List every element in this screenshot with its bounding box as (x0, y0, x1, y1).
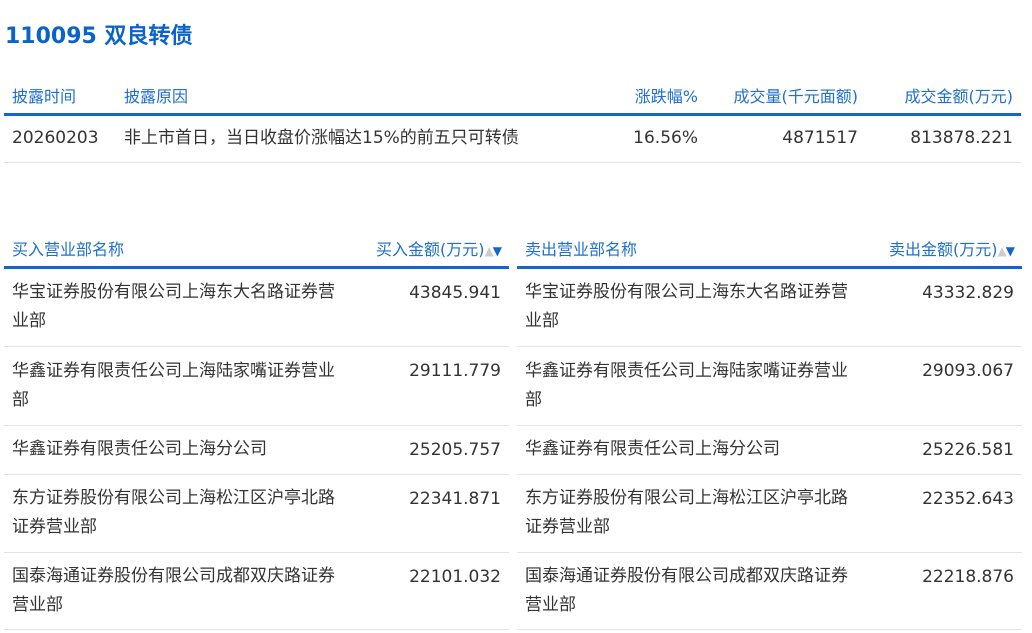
branch-name: 华鑫证券有限责任公司上海分公司 (517, 425, 862, 475)
table-header: 披露时间 披露原因 涨跌幅% 成交量(千元面额) 成交金额(万元) (4, 78, 1021, 116)
header-reason: 披露原因 (116, 78, 606, 116)
cell-volume: 4871517 (706, 114, 866, 163)
table-row: 20260203 非上市首日，当日收盘价涨幅达15%的前五只可转债 16.56%… (4, 114, 1021, 163)
amount: 29111.779 (349, 346, 509, 426)
branch-name: 华宝证券股份有限公司上海东大名路证券营业部 (4, 267, 349, 347)
table-row: 华宝证券股份有限公司上海东大名路证券营业部 43332.829 (517, 267, 1022, 347)
header-date: 披露时间 (4, 78, 116, 116)
header-amount: 成交金额(万元) (866, 78, 1021, 116)
branch-name: 华鑫证券有限责任公司上海陆家嘴证券营业部 (4, 346, 349, 426)
sort-down-icon[interactable]: ▼ (1006, 244, 1015, 258)
amount: 43332.829 (862, 267, 1022, 347)
header-buy-amount[interactable]: 买入金额(万元)▲▼ (349, 231, 509, 269)
sort-up-icon[interactable]: ▲ (998, 244, 1007, 258)
header-sell-branch: 卖出营业部名称 (517, 231, 862, 269)
amount: 22218.876 (862, 552, 1022, 630)
table-row: 国泰海通证券股份有限公司成都双庆路证券营业部 22101.032 (4, 552, 509, 630)
header-volume: 成交量(千元面额) (706, 78, 866, 116)
sell-table: 卖出营业部名称 卖出金额(万元)▲▼ 华宝证券股份有限公司上海东大名路证券营业部… (517, 231, 1022, 630)
branch-name: 华宝证券股份有限公司上海东大名路证券营业部 (517, 267, 862, 347)
amount: 22101.032 (349, 552, 509, 630)
cell-amount: 813878.221 (866, 114, 1021, 163)
branch-name: 国泰海通证券股份有限公司成都双庆路证券营业部 (517, 552, 862, 630)
sort-up-icon[interactable]: ▲ (485, 244, 494, 258)
header-label: 卖出金额(万元) (889, 240, 998, 260)
cell-change: 16.56% (606, 114, 706, 163)
cell-date: 20260203 (4, 114, 116, 163)
branch-name: 国泰海通证券股份有限公司成都双庆路证券营业部 (4, 552, 349, 630)
amount: 22352.643 (862, 474, 1022, 553)
amount: 25205.757 (349, 425, 509, 475)
table-row: 国泰海通证券股份有限公司成都双庆路证券营业部 22218.876 (517, 552, 1022, 630)
table-header: 卖出营业部名称 卖出金额(万元)▲▼ (517, 231, 1022, 269)
branch-name: 华鑫证券有限责任公司上海陆家嘴证券营业部 (517, 346, 862, 426)
table-row: 华鑫证券有限责任公司上海陆家嘴证券营业部 29111.779 (4, 346, 509, 426)
buy-table: 买入营业部名称 买入金额(万元)▲▼ 华宝证券股份有限公司上海东大名路证券营业部… (4, 231, 509, 630)
table-row: 华鑫证券有限责任公司上海分公司 25205.757 (4, 425, 509, 475)
amount: 43845.941 (349, 267, 509, 347)
cell-reason: 非上市首日，当日收盘价涨幅达15%的前五只可转债 (116, 114, 606, 163)
amount: 25226.581 (862, 425, 1022, 475)
table-row: 东方证券股份有限公司上海松江区沪亭北路证券营业部 22341.871 (4, 474, 509, 553)
amount: 22341.871 (349, 474, 509, 553)
table-row: 华鑫证券有限责任公司上海陆家嘴证券营业部 29093.067 (517, 346, 1022, 426)
branch-name: 东方证券股份有限公司上海松江区沪亭北路证券营业部 (517, 474, 862, 553)
header-sell-amount[interactable]: 卖出金额(万元)▲▼ (862, 231, 1022, 269)
header-label: 买入金额(万元) (376, 240, 485, 260)
branch-name: 东方证券股份有限公司上海松江区沪亭北路证券营业部 (4, 474, 349, 553)
sort-down-icon[interactable]: ▼ (493, 244, 502, 258)
page-title: 110095 双良转债 (5, 24, 193, 49)
branch-name: 华鑫证券有限责任公司上海分公司 (4, 425, 349, 475)
disclosure-table: 披露时间 披露原因 涨跌幅% 成交量(千元面额) 成交金额(万元) 202602… (4, 78, 1021, 163)
header-change: 涨跌幅% (606, 78, 706, 116)
table-header: 买入营业部名称 买入金额(万元)▲▼ (4, 231, 509, 269)
header-buy-branch: 买入营业部名称 (4, 231, 349, 269)
table-row: 华宝证券股份有限公司上海东大名路证券营业部 43845.941 (4, 267, 509, 347)
table-row: 华鑫证券有限责任公司上海分公司 25226.581 (517, 425, 1022, 475)
table-row: 东方证券股份有限公司上海松江区沪亭北路证券营业部 22352.643 (517, 474, 1022, 553)
amount: 29093.067 (862, 346, 1022, 426)
